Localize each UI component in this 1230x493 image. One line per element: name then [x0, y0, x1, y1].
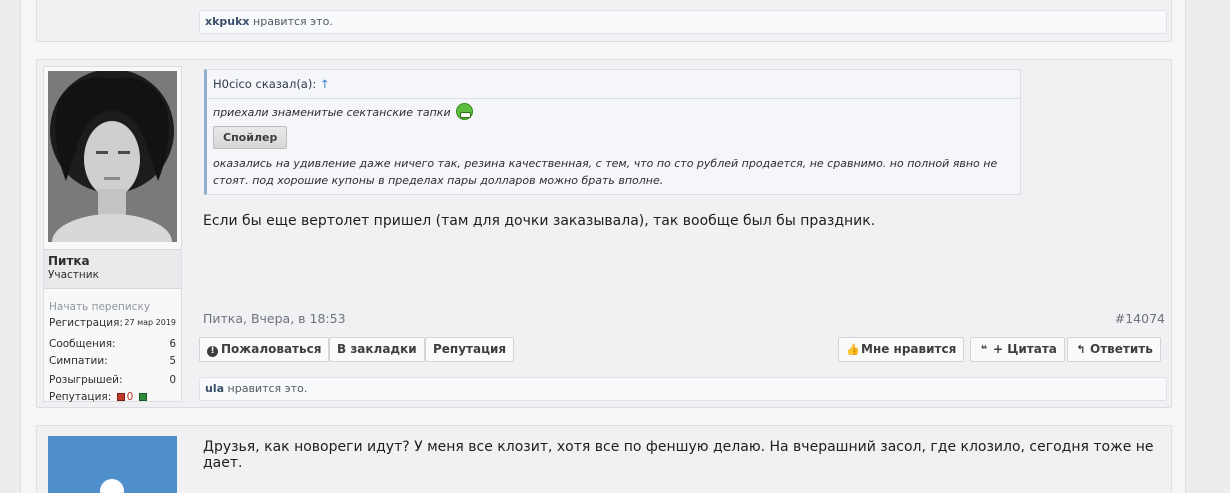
- user-title: Участник: [48, 269, 99, 281]
- quote-text-continued: оказались на удивление даже ничего так, …: [213, 157, 998, 187]
- quote-header: H0cico сказал(а): ↑: [207, 70, 1020, 99]
- stat-likes: Симпатии: 5: [49, 355, 176, 367]
- stat-messages: Сообщения: 6: [49, 338, 176, 350]
- stat-value: 5: [169, 355, 176, 367]
- default-avatar[interactable]: [48, 436, 177, 493]
- stat-label: Симпатии:: [49, 355, 108, 367]
- button-label: + Цитата: [993, 342, 1057, 356]
- reputation-plus-icon[interactable]: [138, 393, 147, 401]
- reputation-value: 0: [126, 391, 134, 403]
- stat-reputation: Репутация: 0: [49, 391, 176, 403]
- button-label: Репутация: [433, 342, 507, 356]
- user-info: Питка Участник Начать переписку Регистра…: [43, 66, 182, 403]
- stat-label: Сообщения:: [49, 338, 116, 350]
- button-label: В закладки: [337, 342, 417, 356]
- like-button[interactable]: 👍Мне нравится: [838, 337, 965, 362]
- stat-value: 6: [169, 338, 176, 350]
- alert-icon: !: [207, 346, 218, 357]
- button-label: Пожаловаться: [221, 342, 322, 356]
- quote-author: H0cico сказал(а):: [213, 77, 317, 91]
- reputation-minus-icon[interactable]: [116, 393, 125, 401]
- stat-value: 0: [169, 374, 176, 386]
- likes-summary: ula нравится это.: [199, 377, 1167, 401]
- start-conversation-link[interactable]: Начать переписку: [49, 301, 150, 313]
- stat-label: Регистрация:: [49, 317, 123, 329]
- post-message: Если бы еще вертолет пришел (там для доч…: [203, 213, 876, 229]
- post-next: Друзья, как новореги идут? У меня все кл…: [36, 425, 1172, 493]
- bookmark-button[interactable]: В закладки: [329, 337, 425, 362]
- likes-text: нравится это.: [249, 15, 333, 28]
- button-label: Мне нравится: [861, 342, 957, 356]
- liker-link[interactable]: ula: [205, 382, 224, 395]
- reputation-button[interactable]: Репутация: [425, 337, 515, 362]
- post-number[interactable]: #14074: [1115, 311, 1165, 326]
- post-previous: xkpukx нравится это.: [36, 0, 1172, 42]
- stat-label: Репутация:: [49, 391, 112, 403]
- stat-giveaways: Розыгрышей: 0: [49, 374, 176, 386]
- stat-label: Розыгрышей:: [49, 374, 123, 386]
- spoiler-button[interactable]: Спойлер: [213, 126, 288, 149]
- quote-button[interactable]: ❝ + Цитата: [970, 337, 1065, 362]
- username-block: Питка Участник: [44, 249, 181, 289]
- avatar[interactable]: [48, 71, 177, 242]
- thumbs-up-icon: 👍: [846, 343, 860, 356]
- reply-button[interactable]: ↰ Ответить: [1067, 337, 1161, 362]
- report-button[interactable]: ! Пожаловаться: [199, 337, 330, 362]
- likes-summary: xkpukx нравится это.: [199, 10, 1167, 34]
- quote-jump-arrow-icon[interactable]: ↑: [320, 77, 330, 91]
- post: Питка Участник Начать переписку Регистра…: [36, 59, 1172, 408]
- button-label: Ответить: [1090, 342, 1153, 356]
- grin-smiley-icon: [456, 103, 474, 120]
- quote-icon: ❝: [980, 343, 988, 356]
- reply-arrow-icon: ↰: [1076, 343, 1086, 356]
- page-gutter: [1186, 0, 1230, 493]
- stat-registration: Регистрация: 27 мар 2019: [49, 317, 176, 329]
- avatar-photo: [48, 71, 177, 242]
- liker-link[interactable]: xkpukx: [205, 15, 250, 28]
- quote-block: H0cico сказал(а): ↑ приехали знаменитые …: [204, 69, 1021, 195]
- username[interactable]: Питка: [48, 254, 181, 268]
- stat-value: 27 мар 2019: [124, 318, 176, 327]
- likes-text: нравится это.: [224, 382, 308, 395]
- quote-body: приехали знаменитые сектанские тапки Спо…: [207, 99, 1020, 189]
- post-message: Друзья, как новореги идут? У меня все кл…: [203, 439, 1154, 471]
- quote-line: приехали знаменитые сектанские тапки: [213, 103, 1020, 120]
- quote-text: приехали знаменитые сектанские тапки: [213, 106, 451, 119]
- post-meta[interactable]: Питка, Вчера, в 18:53: [203, 311, 346, 326]
